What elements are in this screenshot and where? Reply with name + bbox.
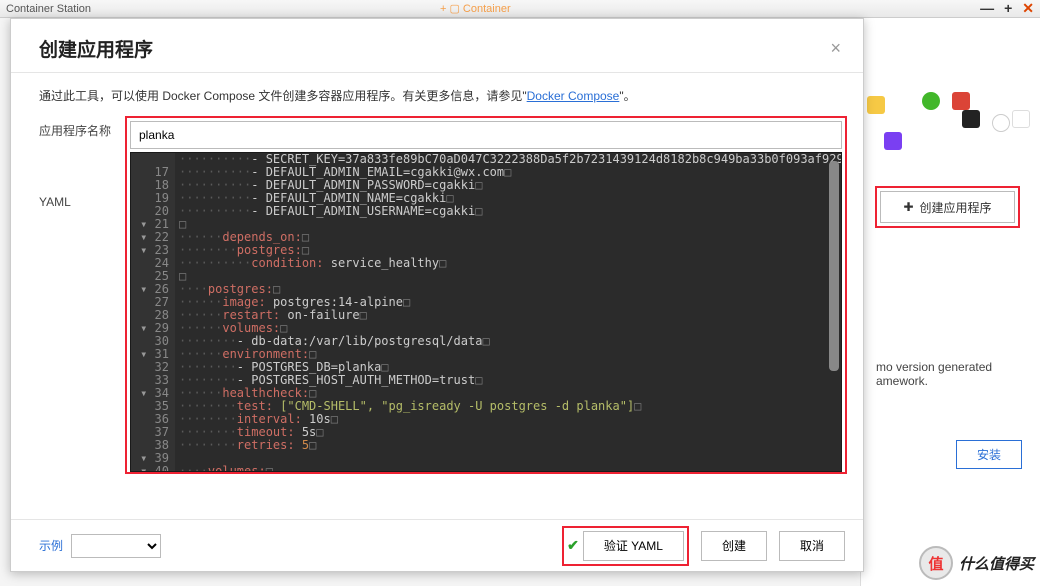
modal-desc-pre: 通过此工具，可以使用 Docker Compose 文件创建多容器应用程序。有关…: [39, 89, 527, 103]
folder-icon: [867, 96, 885, 114]
watermark-text: 什么值得买: [959, 553, 1034, 574]
app-name-label: 应用程序名称: [39, 116, 125, 139]
validate-yaml-button[interactable]: 验证 YAML: [583, 531, 684, 561]
check-icon: ✔: [567, 537, 579, 554]
window-maximize-icon[interactable]: +: [1004, 0, 1012, 17]
modal-close-icon[interactable]: ×: [830, 38, 841, 59]
install-button[interactable]: 安装: [956, 440, 1022, 469]
calendar-icon: [1012, 110, 1030, 128]
create-app-button-label: 创建应用程序: [920, 199, 992, 216]
editor-scroll-thumb[interactable]: [829, 161, 839, 371]
window-titlebar: Container Station + ▢ Container — + ✕: [0, 0, 1040, 18]
watermark: 值 什么值得买: [890, 540, 1040, 586]
modal-footer: 示例 ✔ 验证 YAML 创建 取消: [11, 519, 863, 571]
background-demo-text: mo version generated amework.: [876, 360, 1026, 388]
watermark-icon: 值: [919, 546, 953, 580]
editor-scrollbar[interactable]: [829, 155, 839, 469]
app-icon-grid: [862, 92, 1032, 162]
modal-desc-post: "。: [619, 89, 635, 103]
window-minimize-icon[interactable]: —: [980, 0, 994, 17]
video-icon: [962, 110, 980, 128]
modal-description: 通过此工具，可以使用 Docker Compose 文件创建多容器应用程序。有关…: [11, 73, 863, 112]
create-button[interactable]: 创建: [701, 531, 767, 561]
cancel-button[interactable]: 取消: [779, 531, 845, 561]
plus-icon: ✚: [903, 200, 913, 214]
yaml-editor[interactable]: 17 18 19 20▾ 21▾ 22▾ 23 24 25▾ 26 27 28▾…: [130, 152, 842, 472]
compass-icon: [992, 114, 1010, 132]
yaml-label: YAML: [39, 189, 125, 209]
editor-code[interactable]: ··········- SECRET_KEY=37a833fe89bC70aD0…: [175, 153, 841, 471]
validate-button-highlight: ✔ 验证 YAML: [562, 526, 689, 566]
editor-gutter: 17 18 19 20▾ 21▾ 22▾ 23 24 25▾ 26 27 28▾…: [131, 153, 175, 471]
window-close-icon[interactable]: ✕: [1022, 0, 1034, 17]
example-label[interactable]: 示例: [39, 537, 63, 554]
music-icon: [884, 132, 902, 150]
background-tab-hint: + ▢ Container: [440, 2, 511, 15]
form-highlight-box: 17 18 19 20▾ 21▾ 22▾ 23 24 25▾ 26 27 28▾…: [125, 116, 847, 474]
docker-compose-link[interactable]: Docker Compose: [527, 89, 620, 103]
create-app-modal: 创建应用程序 × 通过此工具，可以使用 Docker Compose 文件创建多…: [10, 18, 864, 572]
mail-icon: [952, 92, 970, 110]
app-name-input[interactable]: [130, 121, 842, 149]
create-app-button[interactable]: ✚ 创建应用程序: [880, 191, 1015, 223]
create-app-button-highlight: ✚ 创建应用程序: [875, 186, 1020, 228]
chat-icon: [922, 92, 940, 110]
example-select[interactable]: [71, 534, 161, 558]
modal-title: 创建应用程序: [39, 35, 153, 62]
